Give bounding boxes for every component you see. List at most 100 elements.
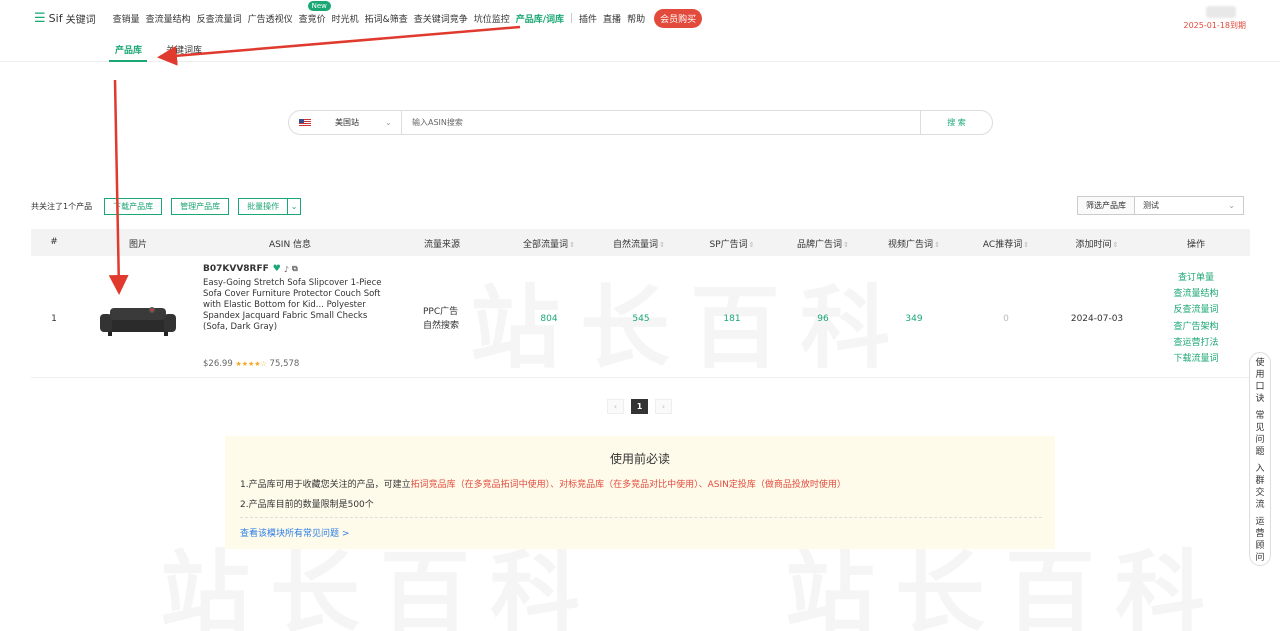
avatar[interactable]	[1206, 6, 1236, 18]
op-order-volume[interactable]: 查订单量	[1178, 270, 1214, 286]
nav-item-keyword-expand[interactable]: 拓词&筛查	[362, 12, 411, 25]
col-asin-info: ASIN 信息	[268, 240, 312, 250]
traffic-source: PPC广告 自然搜索	[423, 305, 459, 333]
download-library-button[interactable]: 下载产品库	[104, 197, 163, 215]
col-sp-ad-label: SP广告词	[709, 240, 748, 250]
sort-icon: ⇕	[843, 241, 849, 249]
asin-code[interactable]: B07KVV8RFF ♥ ♪ ⧉	[203, 264, 298, 274]
col-operations: 操作	[1186, 240, 1206, 250]
library-select-value: 测试	[1143, 201, 1159, 210]
sort-icon: ⇕	[569, 241, 575, 249]
col-all-traffic-label: 全部流量词	[523, 240, 569, 250]
nav-divider	[571, 13, 573, 23]
us-flag-icon	[299, 118, 311, 127]
notice-line-1: 1.产品库可用于收藏您关注的产品，可建立拓词竞品库（在多竞品拓词中使用）、对标竞…	[240, 477, 846, 490]
asin-value: B07KVV8RFF	[203, 264, 269, 274]
product-image[interactable]	[100, 304, 176, 338]
chevron-down-icon: ⌄	[1228, 201, 1235, 210]
nav-item-plugin[interactable]: 插件	[576, 12, 600, 25]
float-join-group[interactable]: 入群交流	[1255, 463, 1265, 511]
sort-icon: ⇕	[748, 241, 755, 249]
row-index: 1	[51, 314, 57, 324]
nav-item-keyword-competition[interactable]: 查关键词竞争	[411, 12, 471, 25]
tab-product-library[interactable]: 产品库	[115, 43, 142, 56]
op-traffic-structure[interactable]: 查流量结构	[1173, 286, 1218, 302]
nav-item-bid[interactable]: 查竞价 New	[296, 0, 331, 25]
op-download-keywords[interactable]: 下载流量词	[1173, 351, 1218, 367]
nav-item-help[interactable]: 帮助	[624, 12, 648, 25]
op-operation-strategy[interactable]: 查运营打法	[1173, 335, 1218, 351]
col-all-traffic[interactable]: 全部流量词⇕	[523, 237, 575, 250]
heart-icon[interactable]: ♥	[273, 264, 281, 274]
faq-link[interactable]: 查看该模块所有常见问题 >	[240, 526, 349, 539]
review-count: 75,578	[269, 359, 300, 369]
op-reverse-keywords[interactable]: 反查流量词	[1173, 302, 1218, 318]
sp-ad-count[interactable]: 181	[723, 314, 740, 324]
brand-ad-count[interactable]: 96	[817, 314, 828, 324]
nav-item-reverse-keywords[interactable]: 反查流量词	[194, 12, 245, 25]
logo-text: 关键词	[65, 14, 96, 26]
page-button[interactable]: 1	[631, 399, 648, 414]
video-ad-count[interactable]: 349	[905, 314, 922, 324]
nav-item-time-machine[interactable]: 时光机	[329, 12, 362, 25]
manage-library-button[interactable]: 管理产品库	[171, 197, 230, 215]
col-added-time[interactable]: 添加时间⇕	[1076, 237, 1119, 250]
col-ac[interactable]: AC推荐词⇕	[983, 237, 1029, 250]
followed-count: 共关注了1个产品	[31, 201, 93, 211]
next-page-button[interactable]: ›	[655, 399, 672, 414]
float-consultant[interactable]: 运营顾问	[1255, 516, 1265, 564]
top-nav: ☰ Sif 关键词 查销量 查流量结构 反查流量词 广告透视仪 查竞价 New …	[0, 0, 1280, 36]
membership-expiry: 2025-01-18到期	[1183, 21, 1247, 30]
col-organic[interactable]: 自然流量词⇕	[613, 237, 665, 250]
divider	[240, 517, 1042, 518]
logo-brand: Sif	[48, 11, 63, 25]
product-title[interactable]: Easy-Going Stretch Sofa Slipcover 1-Piec…	[203, 278, 393, 333]
col-video-ad-label: 视频广告词	[888, 240, 934, 250]
nav-items: 查销量 查流量结构 反查流量词 广告透视仪 查竞价 New 时光机 拓词&筛查 …	[110, 0, 703, 28]
sort-icon: ⇕	[1023, 241, 1030, 249]
notice-line-1-highlight: 拓词竞品库（在多竞品拓词中使用）、对标竞品库（在多竞品对比中使用）、ASIN定投…	[410, 480, 846, 490]
col-image: 图片	[128, 240, 148, 250]
bell-icon[interactable]: ♪	[284, 265, 289, 274]
vip-purchase-button[interactable]: 会员购买	[654, 8, 703, 28]
nav-item-traffic-structure[interactable]: 查流量结构	[143, 12, 194, 25]
ac-count: 0	[1003, 314, 1009, 324]
filter-label: 筛选产品库	[1078, 197, 1135, 214]
logo[interactable]: ☰ Sif 关键词	[34, 11, 96, 26]
col-index: #	[50, 237, 58, 247]
nav-item-ad-insight[interactable]: 广告透视仪	[245, 12, 296, 25]
nav-item-live[interactable]: 直播	[600, 12, 624, 25]
tab-keyword-library[interactable]: 关键词库	[166, 43, 202, 56]
prev-page-button[interactable]: ‹	[607, 399, 624, 414]
chevron-down-icon: ⌄	[385, 118, 392, 127]
site-select[interactable]: 美国站 ⌄	[289, 111, 402, 134]
table-header: # 图片 ASIN 信息 流量来源 全部流量词⇕ 自然流量词⇕ SP广告词⇕ 品…	[31, 229, 1250, 256]
col-organic-label: 自然流量词	[613, 240, 659, 250]
usage-notice: 使用前必读 1.产品库可用于收藏您关注的产品，可建立拓词竞品库（在多竞品拓词中使…	[225, 436, 1055, 549]
asin-search-input[interactable]	[402, 111, 920, 134]
sort-icon: ⇕	[1112, 241, 1119, 249]
batch-ops-button[interactable]: 批量操作	[238, 197, 288, 215]
copy-icon[interactable]: ⧉	[292, 264, 298, 274]
library-select[interactable]: 测试 ⌄	[1135, 197, 1243, 214]
search-button[interactable]: 搜 索	[920, 111, 992, 134]
page: 站长百科 站长百科 站长百科 ☰ Sif 关键词 查销量 查流量结构 反查流量词…	[0, 0, 1280, 631]
nav-item-bid-label: 查竞价	[298, 14, 326, 25]
chevron-down-icon[interactable]: ⌄	[287, 197, 302, 215]
col-video-ad[interactable]: 视频广告词⇕	[888, 237, 940, 250]
all-traffic-count[interactable]: 804	[540, 314, 557, 324]
col-sp-ad[interactable]: SP广告词⇕	[709, 237, 754, 250]
organic-count[interactable]: 545	[632, 314, 649, 324]
new-badge: New	[307, 0, 331, 11]
nav-item-sales[interactable]: 查销量	[110, 12, 143, 25]
nav-item-slot-monitor[interactable]: 坑位监控	[471, 12, 513, 25]
col-brand-ad[interactable]: 品牌广告词⇕	[797, 237, 849, 250]
active-tab-indicator	[109, 60, 147, 62]
added-date: 2024-07-03	[1070, 314, 1124, 324]
nav-item-product-library[interactable]: 产品库/词库	[513, 12, 567, 25]
float-faq[interactable]: 常见问题	[1255, 410, 1265, 458]
product-price: $26.99	[203, 359, 233, 369]
op-ad-architecture[interactable]: 查广告架构	[1173, 319, 1218, 335]
library-filter: 筛选产品库 测试 ⌄	[1077, 196, 1244, 215]
float-tips[interactable]: 使用口诀	[1255, 357, 1265, 405]
